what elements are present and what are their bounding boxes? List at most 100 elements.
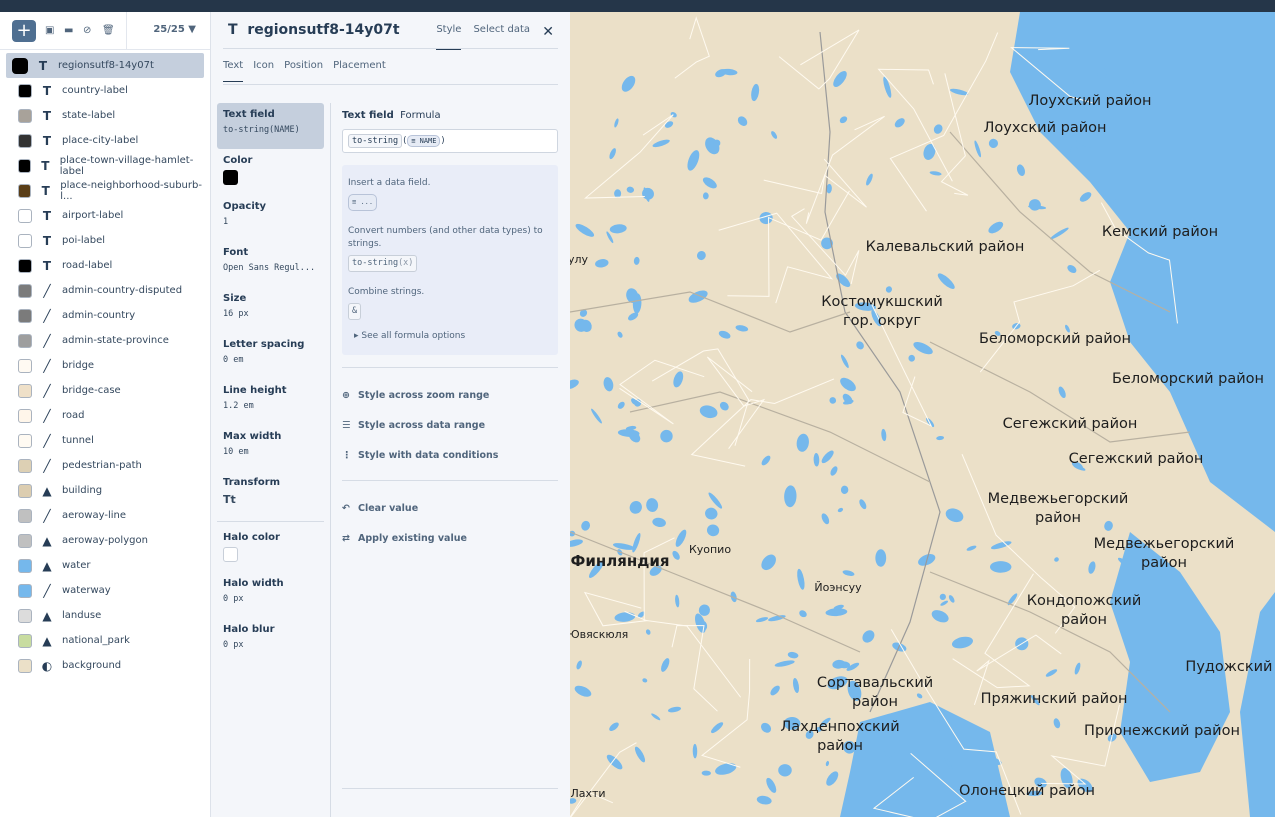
layer-item[interactable]: ▲ aeroway-polygon [6, 528, 204, 553]
layer-item[interactable]: Tplace-neighborhood-suburb-l... [6, 178, 204, 203]
lake [1007, 593, 1018, 606]
close-icon[interactable]: ✕ [542, 24, 554, 40]
map-label: Лоухский район [984, 119, 1107, 138]
lake [581, 520, 591, 531]
layer-item[interactable]: ▲ landuse [6, 603, 204, 628]
layer-item[interactable]: ╱ admin-state-province [6, 328, 204, 353]
layer-title: T regionsutf8-14y07t [228, 22, 400, 38]
road [674, 16, 710, 79]
layer-item[interactable]: ◐ background [6, 653, 204, 678]
layer-item[interactable]: ▲ building [6, 478, 204, 503]
layer-item[interactable]: ╱ aeroway-line [6, 503, 204, 528]
duplicate-icon[interactable]: ▣ [45, 25, 55, 36]
layer-item[interactable]: ╱ admin-country [6, 303, 204, 328]
formula-input[interactable]: to-string(≡ NAME) [342, 129, 558, 153]
subtab-text[interactable]: Text [223, 60, 244, 82]
property-transform[interactable]: Transform Tt [217, 471, 324, 517]
layer-name: pedestrian-path [62, 460, 142, 471]
layer-item[interactable]: Tregionsutf8-14y07t [6, 53, 204, 78]
property-opacity[interactable]: Opacity 1 [217, 195, 324, 241]
concat-chip[interactable]: & [348, 303, 362, 320]
layer-item[interactable]: ▲ water [6, 553, 204, 578]
field-mode[interactable]: Formula [400, 110, 440, 121]
property-max-width[interactable]: Max width 10 em [217, 425, 324, 471]
clear-value-button[interactable]: ↶ Clear value [342, 493, 558, 523]
map-label: Олонецкий район [959, 782, 1095, 801]
lake [614, 189, 622, 198]
layer-swatch [18, 433, 32, 448]
add-layer-button[interactable]: + [12, 19, 36, 42]
tab-style[interactable]: Style [436, 24, 462, 50]
layer-item[interactable]: Tcountry-label [6, 78, 204, 103]
layer-item[interactable]: ▲ national_park [6, 628, 204, 653]
map-label-line: Ювяскюля [570, 628, 629, 641]
layer-item[interactable]: ╱ waterway [6, 578, 204, 603]
layer-item[interactable]: ╱ road [6, 403, 204, 428]
color-swatch[interactable] [223, 170, 238, 185]
lake [931, 610, 949, 623]
property-text-field[interactable]: Text field to-string(NAME) [217, 103, 324, 149]
action-label: Style across data range [358, 419, 486, 431]
property-label: Opacity [223, 201, 267, 212]
layer-item[interactable]: ╱ bridge-case [6, 378, 204, 403]
insert-field-chip[interactable]: ≡ ... [348, 194, 378, 211]
property-letter-spacing[interactable]: Letter spacing 0 em [217, 333, 324, 379]
layer-item[interactable]: Tplace-city-label [6, 128, 204, 153]
layer-item[interactable]: ╱ admin-country-disputed [6, 278, 204, 303]
trash-icon[interactable]: 🗑 [102, 25, 115, 36]
tab-select-data[interactable]: Select data [473, 24, 530, 50]
style-action-button[interactable]: ☰ Style across data range [342, 410, 558, 440]
layer-item[interactable]: ╱ pedestrian-path [6, 453, 204, 478]
style-action-button[interactable]: ⋮ Style with data conditions [342, 440, 558, 470]
see-all-link[interactable]: ▸ See all formula options [354, 330, 552, 343]
folder-icon[interactable]: ▬ [64, 25, 74, 36]
layer-item[interactable]: ╱ bridge [6, 353, 204, 378]
property-color[interactable]: Color [217, 149, 324, 195]
map-label-line: Лоухский район [983, 120, 1107, 136]
style-action-button[interactable]: ⊕ Style across zoom range [342, 380, 558, 410]
map-label: Сегежский район [1003, 415, 1138, 434]
property-size[interactable]: Size 16 px [217, 287, 324, 333]
lake [974, 140, 982, 158]
expr-function-chip[interactable]: to-string [348, 134, 403, 148]
layer-item[interactable]: Tpoi-label [6, 228, 204, 253]
property-halo-blur[interactable]: Halo blur 0 px [217, 618, 324, 664]
layer-title-text: regionsutf8-14y07t [247, 22, 400, 38]
property-line-height[interactable]: Line height 1.2 em [217, 379, 324, 425]
map-label-line: Лоухский район [1028, 93, 1152, 109]
lake [797, 568, 805, 590]
layers-toolbar: + ▣ ▬ ⊘ 🗑 25/25 ▼ [0, 12, 210, 50]
filter-icon[interactable]: ▼ [188, 24, 196, 35]
subtab-icon[interactable]: Icon [253, 60, 274, 82]
property-font[interactable]: Font Open Sans Regul... [217, 241, 324, 287]
layer-name: background [62, 660, 122, 671]
hide-icon[interactable]: ⊘ [83, 25, 93, 36]
layer-item[interactable]: Tairport-label [6, 203, 204, 228]
lake [626, 186, 635, 193]
layer-count[interactable]: 25/25 ▼ [153, 24, 196, 35]
layer-name: place-town-village-hamlet-label [59, 154, 194, 177]
map-label-line: Лахти [570, 787, 606, 800]
map-label-line: Сортавальский [816, 675, 934, 691]
property-halo-color[interactable]: Halo color [217, 526, 324, 572]
layer-item[interactable]: Troad-label [6, 253, 204, 278]
color-swatch[interactable] [223, 547, 238, 562]
lake [989, 561, 1012, 573]
lake [821, 450, 834, 464]
apply-existing-button[interactable]: ⇄ Apply existing value [342, 523, 558, 553]
to-string-chip[interactable]: to-string(x) [348, 255, 418, 272]
layer-item[interactable]: Tplace-town-village-hamlet-label [6, 153, 204, 178]
layer-item[interactable]: Tstate-label [6, 103, 204, 128]
expr-field-chip[interactable]: ≡ NAME [407, 135, 441, 147]
property-halo-width[interactable]: Halo width 0 px [217, 572, 324, 618]
lake [875, 549, 887, 567]
layer-item[interactable]: ╱ tunnel [6, 428, 204, 453]
lake [770, 685, 780, 696]
subtab-placement[interactable]: Placement [333, 60, 386, 82]
lake [708, 492, 723, 509]
subtab-position[interactable]: Position [284, 60, 323, 82]
lake [881, 428, 887, 442]
map-canvas[interactable]: Лоухский район Лоухский район Кемский райо… [570, 12, 1275, 817]
map-label-line: Медвежьегорский [987, 491, 1129, 507]
layer-swatch [18, 233, 32, 248]
